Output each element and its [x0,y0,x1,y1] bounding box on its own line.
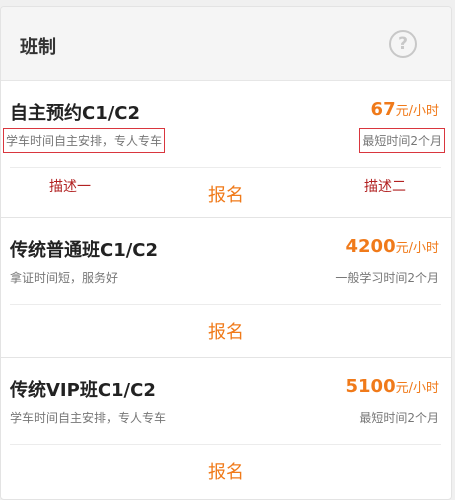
class-price: 5100元/小时 [346,376,440,397]
class-description: 拿证时间短，服务好 [10,271,119,285]
price-amount: 4200 [345,236,396,257]
class-title: 自主预约C1/C2 [10,103,141,124]
enroll-button[interactable]: 报名 [1,181,451,207]
class-type-panel: 班制 ? 自主预约C1/C2 67元/小时 学车时间自主安排，专人专车 最短时间… [0,6,452,500]
class-price: 67元/小时 [371,99,439,120]
class-price: 4200元/小时 [346,236,440,257]
panel-title: 班制 [20,37,56,58]
enroll-button[interactable]: 报名 [1,318,451,344]
price-unit: 元/小时 [395,381,439,396]
class-title: 传统VIP班C1/C2 [10,380,156,401]
divider [10,167,441,168]
price-unit: 元/小时 [395,241,439,256]
class-title: 传统普通班C1/C2 [10,240,159,261]
divider [10,444,441,445]
class-duration: 最短时间2个月 [359,411,439,425]
class-card-self-booking: 自主预约C1/C2 67元/小时 学车时间自主安排，专人专车 最短时间2个月 描… [1,81,451,217]
class-card-standard: 传统普通班C1/C2 4200元/小时 拿证时间短，服务好 一般学习时间2个月 … [1,217,451,357]
panel-header: 班制 ? [1,7,451,81]
class-duration: 最短时间2个月 [359,128,445,153]
price-amount: 5100 [345,376,396,397]
price-amount: 67 [370,99,396,120]
class-duration: 一般学习时间2个月 [335,271,439,285]
divider [10,304,441,305]
enroll-button[interactable]: 报名 [1,458,451,484]
help-icon[interactable]: ? [389,30,417,58]
class-description: 学车时间自主安排，专人专车 [3,128,166,153]
class-card-vip: 传统VIP班C1/C2 5100元/小时 学车时间自主安排，专人专车 最短时间2… [1,357,451,498]
price-unit: 元/小时 [395,104,439,119]
class-description: 学车时间自主安排，专人专车 [10,411,167,425]
